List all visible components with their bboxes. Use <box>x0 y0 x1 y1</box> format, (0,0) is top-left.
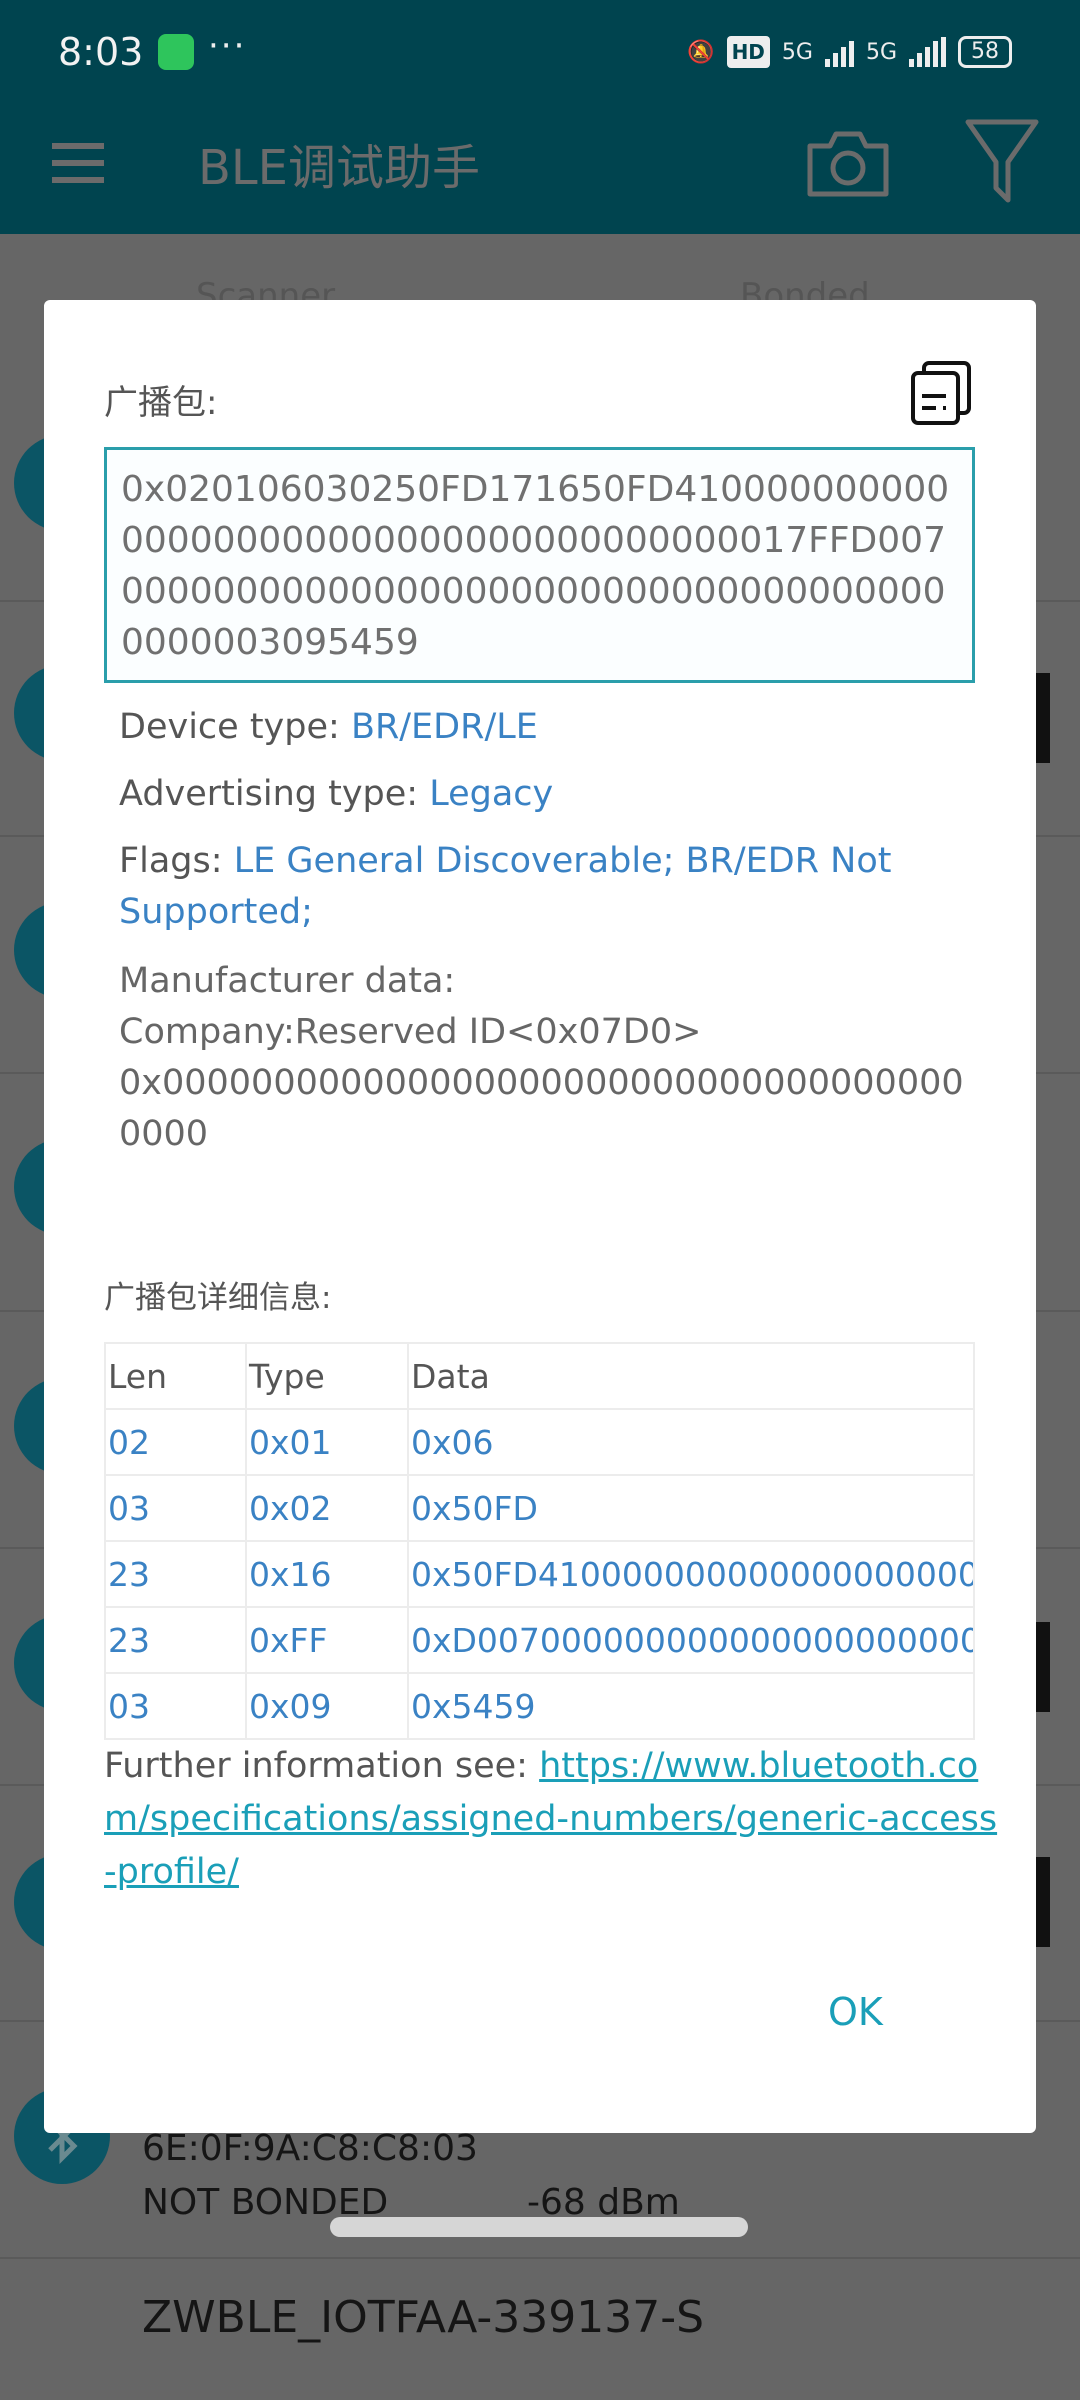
cell-len: 23 <box>104 1606 247 1674</box>
signal-icon <box>824 37 854 67</box>
advertising-type-label: Advertising type: <box>119 774 430 814</box>
device-type-value: BR/EDR/LE <box>350 707 538 747</box>
hd-voice-icon: HD <box>726 36 770 68</box>
flags-row: Flags: LE General Discoverable; BR/EDR N… <box>119 836 979 938</box>
advertising-packet-dialog: 广播包: 0x020106030250FD171650FD41000000000… <box>44 300 1036 2133</box>
home-indicator[interactable] <box>330 2217 748 2237</box>
more-notifications-icon: ··· <box>208 26 247 66</box>
battery-icon: 58 <box>958 36 1012 68</box>
wechat-notification-icon <box>158 34 194 70</box>
cell-data: 0x5459 <box>407 1672 975 1740</box>
menu-icon[interactable] <box>52 143 104 183</box>
ok-button[interactable]: OK <box>828 1990 883 2034</box>
cell-data: 0x06 <box>407 1408 975 1476</box>
mute-bell-icon: 🔕 <box>687 39 715 65</box>
status-time: 8:03 <box>58 30 144 74</box>
divider <box>0 2257 1080 2259</box>
device-name[interactable]: ZWBLE_IOTFAA-339137-S <box>142 2292 704 2343</box>
network-label-2: 5G <box>865 39 897 65</box>
network-label-1: 5G <box>781 39 813 65</box>
app-bar <box>0 100 1080 234</box>
cell-data: 0xD0070000000000000000000000000000000000… <box>407 1606 975 1674</box>
signal-icon <box>909 37 946 67</box>
copy-icon[interactable] <box>910 360 972 426</box>
table-row: 230x160x50FD4100000000000000000000000000… <box>104 1540 975 1608</box>
cell-type: 0x01 <box>245 1408 409 1476</box>
raw-packet-label: 广播包: <box>104 383 218 423</box>
cell-data: 0x50FD <box>407 1474 975 1542</box>
advertising-type-row: Advertising type: Legacy <box>119 769 979 820</box>
device-type-row: Device type: BR/EDR/LE <box>119 702 979 753</box>
cell-len: 03 <box>104 1672 247 1740</box>
cell-type: 0xFF <box>245 1606 409 1674</box>
cell-len: 03 <box>104 1474 247 1542</box>
details-label: 广播包详细信息: <box>104 1280 332 1316</box>
flags-value: LE General Discoverable; BR/EDR Not Supp… <box>119 841 892 932</box>
camera-icon[interactable] <box>806 128 890 198</box>
advertising-type-value: Legacy <box>429 774 554 814</box>
manufacturer-data: Manufacturer data: Company:Reserved ID<0… <box>119 956 979 1160</box>
app-title: BLE调试助手 <box>198 140 481 196</box>
table-row: 02 0x01 0x06 <box>104 1408 975 1476</box>
column-header-type: Type <box>245 1342 409 1410</box>
table-row: 03 0x02 0x50FD <box>104 1474 975 1542</box>
status-icons: 🔕 HD 5G 5G 58 <box>687 32 1012 72</box>
flags-label: Flags: <box>119 841 234 881</box>
cell-len: 02 <box>104 1408 247 1476</box>
column-header-len: Len <box>104 1342 247 1410</box>
column-header-data: Data <box>407 1342 975 1410</box>
raw-packet-hex[interactable]: 0x020106030250FD171650FD4100000000000000… <box>104 447 975 683</box>
further-info: Further information see: https://www.blu… <box>104 1740 1004 1899</box>
status-bar: 8:03 ··· 🔕 HD 5G 5G 58 <box>0 0 1080 100</box>
table-row: 230xFF0xD0070000000000000000000000000000… <box>104 1606 975 1674</box>
cell-len: 23 <box>104 1540 247 1608</box>
cell-type: 0x02 <box>245 1474 409 1542</box>
manufacturer-value: 0x00000000000000000000000000000000000000… <box>119 1063 964 1154</box>
table-header-row: Len Type Data <box>104 1342 975 1410</box>
advertising-details-table: Len Type Data 02 0x01 0x06 03 0x02 0x50FD 23… <box>104 1342 975 1740</box>
cell-data: 0x50FD4100000000000000000000000000000000… <box>407 1540 975 1608</box>
device-address: 6E:0F:9A:C8:C8:03 <box>142 2128 478 2169</box>
filter-icon[interactable] <box>964 118 1040 204</box>
cell-type: 0x09 <box>245 1672 409 1740</box>
further-info-label: Further information see: <box>104 1746 540 1786</box>
cell-type: 0x16 <box>245 1540 409 1608</box>
table-row: 03 0x09 0x5459 <box>104 1672 975 1740</box>
manufacturer-label: Manufacturer data: <box>119 961 456 1001</box>
device-type-label: Device type: <box>119 707 351 747</box>
manufacturer-company: Company:Reserved ID<0x07D0> <box>119 1012 702 1052</box>
